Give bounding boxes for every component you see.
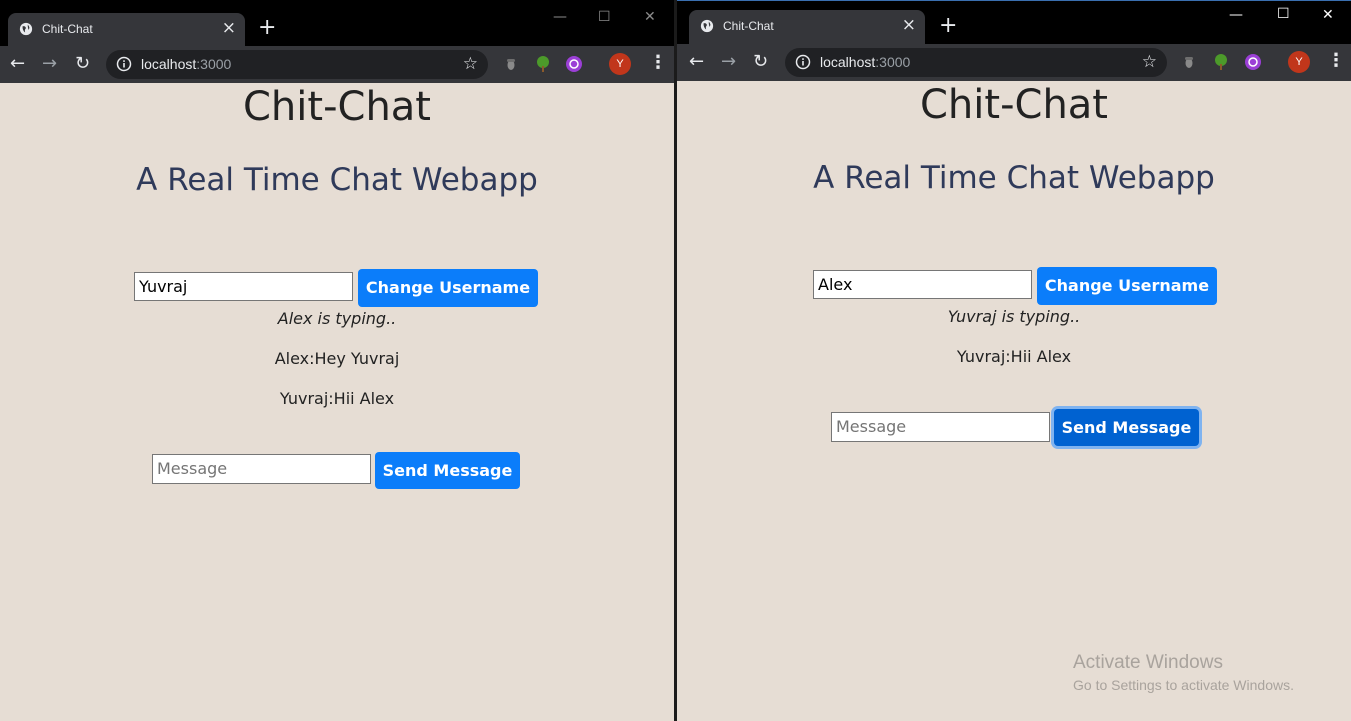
page-subtitle: A Real Time Chat Webapp [136, 162, 538, 198]
reload-icon[interactable]: ↻ [753, 51, 768, 73]
tab-title: Chit-Chat [723, 19, 774, 33]
extension-acorn-icon[interactable] [502, 55, 520, 73]
page-subtitle: A Real Time Chat Webapp [813, 160, 1215, 196]
globe-icon [19, 22, 33, 36]
info-icon [116, 56, 132, 72]
maximize-icon[interactable]: ☐ [1277, 6, 1290, 22]
browser-tab[interactable]: Chit-Chat × [689, 10, 925, 44]
extension-purple-icon[interactable] [1244, 53, 1262, 71]
browser-tab[interactable]: Chit-Chat × [8, 13, 245, 46]
change-username-button[interactable]: Change Username [358, 269, 538, 307]
forward-arrow-icon[interactable]: → [721, 51, 736, 73]
extension-purple-icon[interactable] [565, 55, 583, 73]
minimize-icon[interactable]: — [1229, 7, 1243, 23]
typing-indicator: Yuvraj is typing.. [947, 307, 1081, 326]
tab-close-icon[interactable]: × [902, 15, 916, 35]
browser-chrome: Chit-Chat × + — ☐ ✕ ← → ↻ localhost:3000… [0, 0, 674, 83]
activate-windows-subtitle: Go to Settings to activate Windows. [1073, 677, 1294, 693]
tab-strip: Chit-Chat × + — ☐ ✕ [0, 0, 674, 46]
new-tab-button[interactable]: + [258, 17, 276, 39]
browser-window-right: Chit-Chat × + — ☐ ✕ ← → ↻ localhost:3000… [677, 0, 1351, 721]
chat-message: Yuvraj:Hii Alex [956, 347, 1072, 366]
url-host: localhost [820, 54, 876, 70]
browser-window-left: Chit-Chat × + — ☐ ✕ ← → ↻ localhost:3000… [0, 0, 674, 721]
typing-indicator: Alex is typing.. [277, 309, 397, 328]
close-window-icon[interactable]: ✕ [644, 9, 656, 25]
forward-arrow-icon[interactable]: → [42, 53, 57, 75]
profile-avatar[interactable]: Y [609, 53, 631, 75]
message-input[interactable]: Message [831, 412, 1050, 442]
url-port: :3000 [196, 56, 232, 72]
browser-chrome: Chit-Chat × + — ☐ ✕ ← → ↻ localhost:3000… [677, 1, 1351, 81]
username-input[interactable]: Alex [813, 270, 1032, 299]
send-message-button[interactable]: Send Message [375, 452, 520, 489]
info-icon [795, 54, 811, 70]
message-input[interactable]: Message [152, 454, 371, 484]
tab-strip: Chit-Chat × + — ☐ ✕ [677, 1, 1351, 44]
username-input[interactable]: Yuvraj [134, 272, 353, 301]
tab-title: Chit-Chat [42, 22, 93, 36]
extension-acorn-icon[interactable] [1180, 53, 1198, 71]
profile-avatar[interactable]: Y [1288, 51, 1310, 73]
url-host: localhost [141, 56, 197, 72]
maximize-icon[interactable]: ☐ [598, 9, 611, 25]
activate-windows-title: Activate Windows [1073, 652, 1223, 673]
url-text: localhost:3000 [141, 56, 231, 72]
url-port: :3000 [875, 54, 911, 70]
back-arrow-icon[interactable]: ← [10, 53, 25, 75]
back-arrow-icon[interactable]: ← [689, 51, 704, 73]
send-message-button[interactable]: Send Message [1054, 409, 1199, 446]
page-title: Chit-Chat [920, 82, 1108, 128]
extension-tree-icon[interactable] [1212, 53, 1230, 71]
change-username-button[interactable]: Change Username [1037, 267, 1217, 305]
address-bar[interactable]: localhost:3000 ☆ [106, 50, 488, 79]
browser-menu-icon[interactable]: ⋮ [1327, 50, 1345, 72]
browser-menu-icon[interactable]: ⋮ [649, 52, 667, 74]
globe-icon [700, 19, 714, 33]
close-window-icon[interactable]: ✕ [1322, 7, 1334, 23]
new-tab-button[interactable]: + [939, 15, 957, 37]
tab-close-icon[interactable]: × [222, 18, 236, 38]
url-text: localhost:3000 [820, 54, 910, 70]
bookmark-star-icon[interactable]: ☆ [1142, 52, 1157, 72]
chat-message: Alex:Hey Yuvraj [274, 349, 400, 368]
minimize-icon[interactable]: — [553, 9, 567, 25]
browser-toolbar: ← → ↻ localhost:3000 ☆ Y ⋮ [677, 44, 1351, 81]
page-title: Chit-Chat [243, 84, 431, 130]
address-bar[interactable]: localhost:3000 ☆ [785, 48, 1167, 77]
chat-message: Yuvraj:Hii Alex [279, 389, 395, 408]
extension-tree-icon[interactable] [534, 55, 552, 73]
browser-toolbar: ← → ↻ localhost:3000 ☆ Y ⋮ [0, 46, 674, 83]
reload-icon[interactable]: ↻ [75, 53, 90, 75]
bookmark-star-icon[interactable]: ☆ [463, 54, 478, 74]
